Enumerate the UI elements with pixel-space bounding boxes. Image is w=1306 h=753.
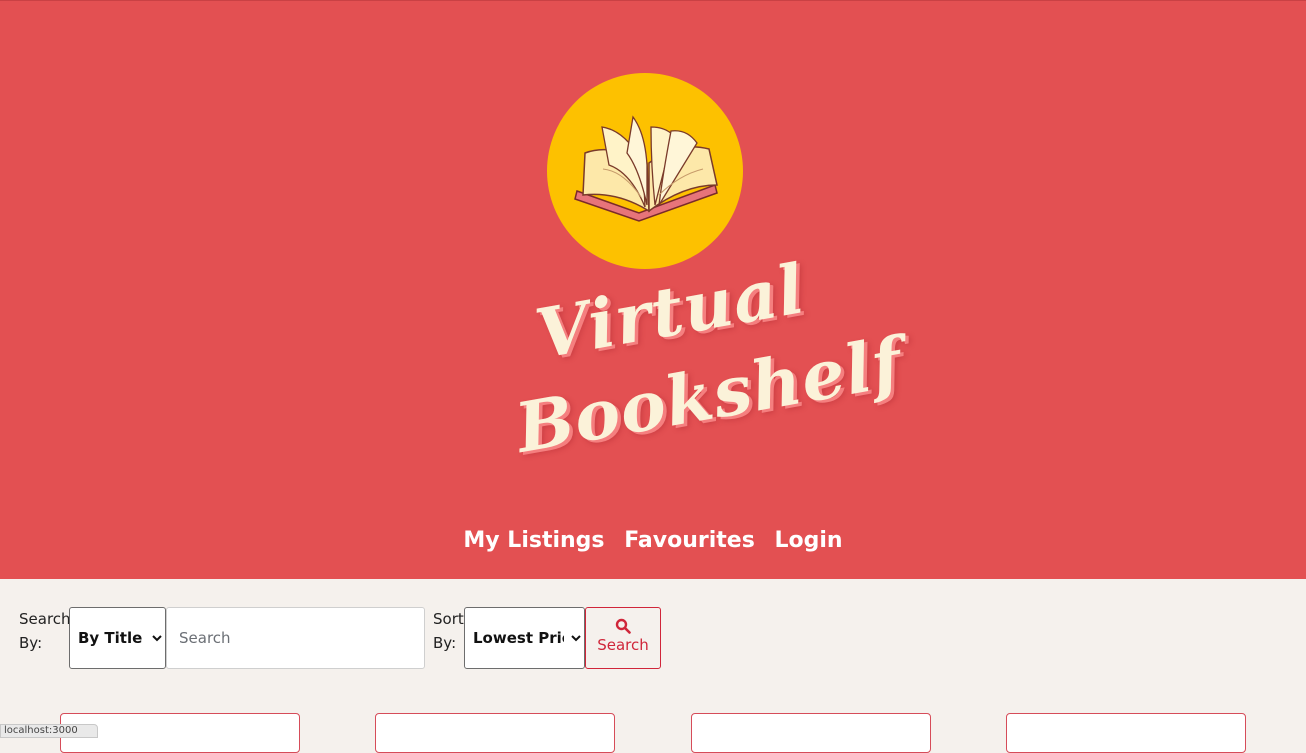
nav-my-listings[interactable]: My Listings	[463, 528, 604, 553]
sort-by-label: Sort By:	[433, 610, 464, 652]
listing-card[interactable]	[1006, 713, 1246, 753]
search-bar: Search By: By Title Sort By: Lowest Pric…	[0, 605, 1306, 671]
magnifier-icon	[615, 618, 631, 634]
search-button-label: Search	[597, 636, 649, 654]
listing-card[interactable]	[691, 713, 931, 753]
search-input[interactable]	[166, 607, 425, 669]
sort-by-select[interactable]: Lowest Price	[464, 607, 585, 669]
site-title: Virtual Bookshelf	[440, 249, 908, 491]
main-nav: My Listings Favourites Login	[0, 528, 1306, 553]
nav-login[interactable]: Login	[774, 528, 842, 553]
search-button[interactable]: Search	[585, 607, 661, 669]
logo	[547, 73, 743, 269]
open-book-icon	[574, 115, 718, 222]
status-bar-url: localhost:3000	[0, 724, 98, 738]
hero-header: Virtual Bookshelf My Listings Favourites…	[0, 0, 1306, 579]
search-by-label: Search By:	[19, 610, 71, 652]
search-by-select[interactable]: By Title	[69, 607, 166, 669]
nav-favourites[interactable]: Favourites	[624, 528, 755, 553]
listing-card[interactable]	[375, 713, 615, 753]
